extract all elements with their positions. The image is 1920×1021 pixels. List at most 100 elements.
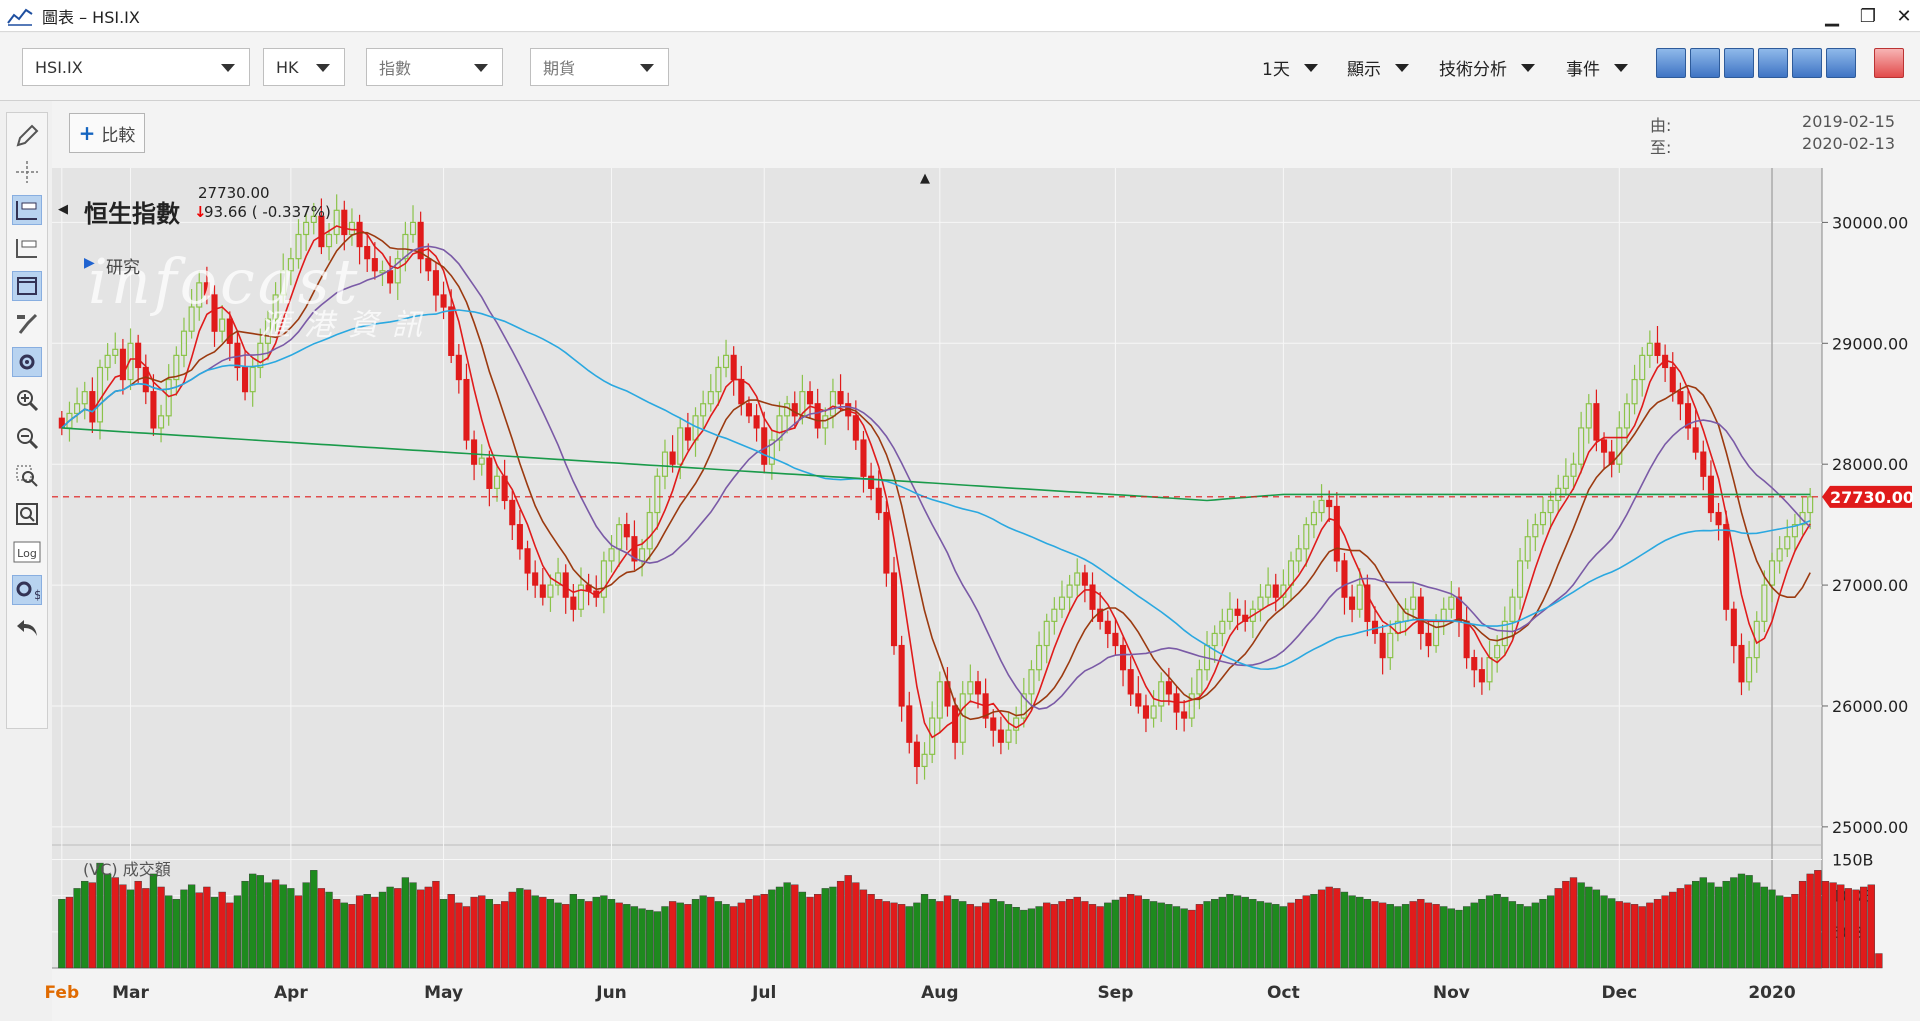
- volume-bar: [1844, 888, 1852, 969]
- volume-bar: [1050, 904, 1058, 969]
- candle-body: [822, 415, 829, 429]
- candlestick-chart[interactable]: 30000.00 29000.00 28000.00 27000.00 26000.00…: [0, 0, 1920, 1021]
- volume-bar: [165, 895, 173, 969]
- volume-bar: [1302, 895, 1310, 969]
- price-tag-label: 27730.00: [1830, 488, 1914, 507]
- volume-bar: [1478, 899, 1486, 969]
- candle-body: [829, 391, 836, 417]
- candle-body: [1631, 378, 1638, 405]
- volume-bar: [798, 891, 807, 969]
- candle-body: [921, 753, 928, 768]
- candle-body: [226, 318, 233, 344]
- candle-body: [1471, 657, 1478, 671]
- candle-body: [1127, 669, 1134, 695]
- price-change: ↓ 93.66 ( -0.337%): [194, 203, 331, 221]
- volume-bar: [241, 880, 249, 969]
- volume-bar: [1630, 904, 1639, 969]
- volume-bar: [1356, 896, 1364, 969]
- candle-body: [387, 270, 394, 284]
- candle-body: [1776, 548, 1783, 562]
- expand-up-icon[interactable]: ▲: [920, 171, 930, 186]
- volume-bar: [1470, 902, 1478, 969]
- candle-body: [1746, 657, 1753, 683]
- candle-body: [532, 572, 539, 586]
- candle-body: [730, 354, 737, 381]
- volume-bar: [1768, 889, 1776, 969]
- candle-body: [425, 258, 432, 272]
- volume-bar: [485, 899, 494, 969]
- x-tick-label: Jun: [595, 983, 627, 1003]
- x-tick-label: 2020: [1748, 983, 1795, 1003]
- volume-bar: [1852, 889, 1860, 969]
- research-link[interactable]: ▶ 研究: [84, 253, 140, 278]
- volume-bar: [1317, 889, 1326, 969]
- collapse-legend-icon[interactable]: ◀: [58, 202, 68, 217]
- volume-bar: [607, 899, 616, 969]
- candle-body: [74, 403, 81, 415]
- volume-bar: [783, 882, 791, 969]
- volume-bar: [218, 891, 226, 969]
- volume-bar: [126, 889, 135, 969]
- volume-bar: [928, 899, 936, 969]
- candle-body: [997, 729, 1004, 743]
- volume-bar: [882, 901, 891, 969]
- volume-bar: [1615, 901, 1623, 969]
- volume-bar: [1592, 889, 1601, 969]
- volume-bar: [348, 904, 356, 969]
- volume-bar: [279, 884, 287, 969]
- candle-body: [684, 427, 691, 441]
- candle-body: [1234, 608, 1241, 616]
- volume-bar: [1226, 894, 1234, 969]
- volume-bar: [829, 886, 837, 969]
- volume-bar: [730, 906, 738, 969]
- price-change-value: 93.66 ( -0.337%): [204, 203, 331, 221]
- volume-bar: [180, 889, 188, 969]
- candle-body: [1287, 560, 1295, 586]
- candle-body: [616, 524, 623, 550]
- volume-bar: [791, 884, 799, 969]
- volume-bar: [1623, 902, 1631, 969]
- candle-body: [1646, 342, 1653, 356]
- candle-body: [1562, 475, 1569, 489]
- volume-bar: [1065, 899, 1074, 969]
- candle-body: [364, 245, 371, 260]
- volume-bar: [432, 880, 440, 969]
- candle-body: [952, 705, 959, 743]
- candle-body: [883, 511, 890, 574]
- volume-bar: [1295, 899, 1303, 969]
- volume-bar: [699, 895, 707, 969]
- candle-body: [608, 548, 615, 562]
- candle-body: [242, 366, 249, 393]
- volume-bar: [1745, 875, 1753, 969]
- volume-bar: [462, 906, 471, 969]
- volume-bar: [249, 873, 257, 969]
- volume-bar: [554, 902, 562, 969]
- volume-bar: [1798, 880, 1807, 969]
- volume-bar: [646, 909, 654, 969]
- x-tick-label: Nov: [1433, 983, 1470, 1003]
- volume-bar: [455, 902, 463, 969]
- volume-bar: [523, 889, 532, 969]
- volume-bar: [1119, 896, 1127, 969]
- volume-bar: [707, 896, 715, 969]
- candle-body: [1104, 620, 1111, 635]
- candle-body: [791, 403, 798, 417]
- volume-bar: [1508, 901, 1517, 969]
- volume-bar: [1043, 902, 1051, 969]
- volume-bar: [745, 899, 753, 969]
- candle-body: [1051, 608, 1058, 622]
- candle-body: [455, 354, 462, 381]
- play-icon: ▶: [84, 255, 95, 271]
- volume-bar: [737, 902, 745, 969]
- volume-label: (VC) 成交額: [83, 860, 171, 879]
- volume-bar: [1058, 901, 1066, 969]
- volume-bar: [1722, 880, 1730, 969]
- volume-bar: [1699, 877, 1707, 969]
- volume-bar: [653, 911, 661, 969]
- volume-bar: [302, 882, 310, 969]
- volume-bar: [1806, 873, 1814, 969]
- volume-bar: [1546, 895, 1555, 969]
- volume-bar: [1188, 909, 1196, 969]
- candle-body: [180, 330, 188, 356]
- candle-body: [1120, 644, 1127, 671]
